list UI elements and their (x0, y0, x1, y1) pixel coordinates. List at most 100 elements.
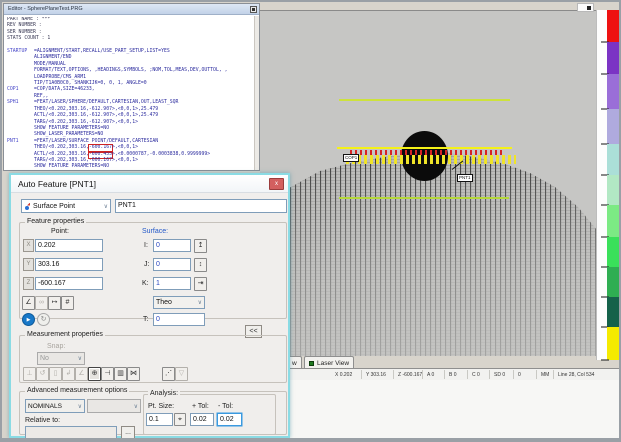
status-field: A 0 (427, 372, 434, 378)
test-play-button[interactable]: ▶ (22, 313, 35, 326)
plus-tol-label: + Tol: (192, 403, 209, 410)
offset-icon[interactable]: ▥ (114, 367, 127, 381)
minus-tol-field[interactable]: 0.02 (217, 413, 242, 426)
advanced-options-label: Advanced measurement options (25, 387, 129, 394)
status-field: Line 28, Col 534 (558, 372, 594, 378)
i-field[interactable]: 0 (153, 239, 191, 252)
i-label: I: (144, 242, 148, 249)
lower-panel (290, 380, 621, 442)
surface-label: Surface: (142, 228, 168, 235)
target-icon[interactable]: ⊕ (88, 367, 101, 381)
path-points-icon[interactable]: ⋰ (162, 367, 175, 381)
edit-window-scrollbar[interactable] (254, 16, 259, 170)
view-controls[interactable] (577, 3, 594, 12)
snap-label: Snap: (47, 343, 65, 350)
k-field[interactable]: 1 (153, 277, 191, 290)
dialog-title-bar[interactable]: Auto Feature [PNT1] (11, 175, 288, 193)
status-field: B 0 (449, 372, 457, 378)
colorbar-band (607, 144, 621, 175)
t-label: T: (143, 316, 148, 323)
laser-view-canvas[interactable]: COP1 PNT1 (260, 10, 596, 356)
edit-window-title-bar[interactable]: Editor - SpherePlaneTest.PRG (4, 4, 259, 15)
y-axis-button[interactable]: Y (23, 258, 34, 271)
colorbar-band (607, 237, 621, 267)
z-value-field[interactable]: -600.167 (35, 277, 103, 290)
x-value-field[interactable]: 0.202 (35, 239, 103, 252)
relative-to-field[interactable] (25, 426, 117, 439)
status-field: C 0 (472, 372, 480, 378)
y-value-field[interactable]: 303.16 (35, 258, 103, 271)
plus-tol-field[interactable]: 0.02 (190, 413, 214, 426)
lower-scan-line (339, 197, 509, 199)
find-icon[interactable]: ∞ (35, 296, 48, 310)
chevron-down-icon: ∨ (198, 299, 202, 306)
colorbar-band (607, 175, 621, 205)
chevron-down-icon: ∨ (78, 355, 82, 362)
vector-align-icon[interactable]: ⇥ (194, 277, 207, 291)
status-field: SD 0 (494, 372, 505, 378)
redirect-icon[interactable]: ↲ (62, 367, 75, 381)
colorbar-band (607, 205, 621, 237)
align-bottom-icon[interactable]: ⊣ (101, 367, 114, 381)
j-field[interactable]: 0 (153, 258, 191, 271)
edit-window-button[interactable] (250, 6, 257, 13)
z-axis-button[interactable]: Z (23, 277, 34, 290)
grid-icon[interactable]: # (61, 296, 74, 310)
chart-icon[interactable]: ∠ (75, 367, 88, 381)
probe-drop-icon[interactable]: ⊥ (23, 367, 36, 381)
x-axis-button[interactable]: X (23, 239, 34, 252)
status-field: Z -600.167 (398, 372, 422, 378)
feature-name-input[interactable]: PNT1 (115, 199, 287, 213)
chevron-down-icon: ∨ (104, 203, 108, 210)
minus-tol-label: - Tol: (218, 403, 233, 410)
code-line: SHOW FEATURE PARAMETERS=NO (7, 164, 252, 170)
status-bar: X 0.202Y 303.16Z -600.167A 0B 0C 0SD 00M… (290, 369, 621, 380)
spacing-icon[interactable]: ⋈ (127, 367, 140, 381)
status-field: X 0.202 (335, 372, 352, 378)
chevron-down-icon: ∨ (78, 403, 82, 410)
feature-type-select[interactable]: Surface Point ∨ (21, 199, 111, 213)
k-label: K: (142, 280, 149, 287)
colorbar-band (607, 109, 621, 144)
measurement-properties-label: Measurement properties (25, 331, 105, 338)
probe-zoom-icon[interactable]: ⌖ (174, 413, 186, 426)
filter-icon[interactable]: ▽ (175, 367, 188, 381)
colorbar-band (607, 267, 621, 297)
program-code[interactable]: PART NAME : ***REV NUMBER :SER NUMBER :S… (7, 17, 252, 170)
dialog-title: Auto Feature [PNT1] (18, 179, 96, 189)
pt-size-label: Pt. Size: (148, 403, 174, 410)
nominals-select[interactable]: NOMINALS ∨ (25, 399, 85, 413)
deviation-ticks-yellow (346, 155, 516, 164)
colorbar-band (607, 42, 621, 74)
secondary-select: ∨ (87, 399, 141, 413)
status-field: 0 (518, 372, 521, 378)
theo-mode-select[interactable]: Theo ∨ (153, 296, 205, 309)
pnt1-flag[interactable]: PNT1 (457, 174, 473, 182)
t-field[interactable]: 0 (153, 313, 205, 326)
colorbar-band (607, 74, 621, 109)
rescan-icon[interactable]: ↺ (36, 367, 49, 381)
deviation-colorbar (596, 10, 621, 360)
point-snap-icon[interactable]: ↦ (48, 296, 61, 310)
colorbar-band (607, 10, 621, 42)
edit-window[interactable]: Editor - SpherePlaneTest.PRG PART NAME :… (3, 3, 260, 171)
reset-button[interactable]: ↻ (37, 313, 50, 326)
cop1-flag[interactable]: COP1 (343, 154, 359, 162)
vector-flip-icon[interactable]: ↕ (194, 258, 207, 272)
vector-up-icon[interactable]: ↥ (194, 239, 207, 253)
snap-select: No ∨ (37, 352, 85, 365)
close-icon[interactable]: x (269, 178, 284, 190)
feature-properties-label: Feature properties (25, 218, 86, 225)
laser-view-tab-icon (309, 361, 314, 366)
view-window-icon[interactable]: ▯ (49, 367, 62, 381)
browse-button[interactable]: ... (121, 426, 135, 439)
colorbar-band (607, 297, 621, 327)
app-window: COP1 PNT1 w Laser View X 0.202Y 303.16Z … (0, 0, 621, 442)
chevron-down-icon: ∨ (134, 403, 138, 410)
point-cloud-dome (260, 11, 596, 356)
auto-feature-dialog: Auto Feature [PNT1] x Surface Point ∨ PN… (9, 173, 290, 438)
status-field: MM (541, 372, 549, 378)
axes-icon[interactable]: ∠ (22, 296, 35, 310)
pt-size-field[interactable]: 0.1 (146, 413, 173, 426)
relative-to-label: Relative to: (25, 417, 60, 424)
